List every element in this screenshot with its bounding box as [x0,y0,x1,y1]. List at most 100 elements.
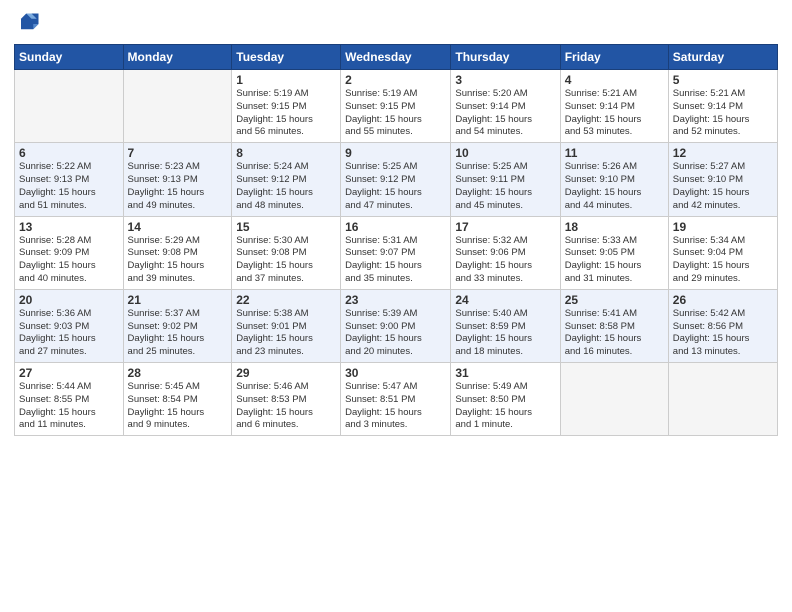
calendar-day-24: 24Sunrise: 5:40 AM Sunset: 8:59 PM Dayli… [451,289,560,362]
calendar-day-2: 2Sunrise: 5:19 AM Sunset: 9:15 PM Daylig… [341,70,451,143]
weekday-header-wednesday: Wednesday [341,45,451,70]
day-info: Sunrise: 5:26 AM Sunset: 9:10 PM Dayligh… [565,161,664,212]
calendar-week-row: 20Sunrise: 5:36 AM Sunset: 9:03 PM Dayli… [15,289,778,362]
calendar-week-row: 13Sunrise: 5:28 AM Sunset: 9:09 PM Dayli… [15,216,778,289]
day-info: Sunrise: 5:20 AM Sunset: 9:14 PM Dayligh… [455,88,555,139]
calendar-day-21: 21Sunrise: 5:37 AM Sunset: 9:02 PM Dayli… [123,289,232,362]
day-number: 15 [236,220,336,234]
day-info: Sunrise: 5:34 AM Sunset: 9:04 PM Dayligh… [673,235,773,286]
calendar-table: SundayMondayTuesdayWednesdayThursdayFrid… [14,44,778,436]
calendar-day-15: 15Sunrise: 5:30 AM Sunset: 9:08 PM Dayli… [232,216,341,289]
day-number: 5 [673,73,773,87]
day-number: 4 [565,73,664,87]
day-number: 6 [19,146,119,160]
calendar-day-4: 4Sunrise: 5:21 AM Sunset: 9:14 PM Daylig… [560,70,668,143]
day-number: 22 [236,293,336,307]
calendar-empty-cell [15,70,124,143]
logo-icon [14,10,42,38]
day-number: 12 [673,146,773,160]
calendar-day-29: 29Sunrise: 5:46 AM Sunset: 8:53 PM Dayli… [232,363,341,436]
day-number: 19 [673,220,773,234]
day-info: Sunrise: 5:33 AM Sunset: 9:05 PM Dayligh… [565,235,664,286]
calendar-day-10: 10Sunrise: 5:25 AM Sunset: 9:11 PM Dayli… [451,143,560,216]
day-number: 11 [565,146,664,160]
day-info: Sunrise: 5:41 AM Sunset: 8:58 PM Dayligh… [565,308,664,359]
calendar-day-5: 5Sunrise: 5:21 AM Sunset: 9:14 PM Daylig… [668,70,777,143]
day-number: 1 [236,73,336,87]
calendar-week-row: 6Sunrise: 5:22 AM Sunset: 9:13 PM Daylig… [15,143,778,216]
calendar-day-18: 18Sunrise: 5:33 AM Sunset: 9:05 PM Dayli… [560,216,668,289]
day-info: Sunrise: 5:22 AM Sunset: 9:13 PM Dayligh… [19,161,119,212]
day-info: Sunrise: 5:21 AM Sunset: 9:14 PM Dayligh… [565,88,664,139]
day-number: 28 [128,366,228,380]
day-info: Sunrise: 5:39 AM Sunset: 9:00 PM Dayligh… [345,308,446,359]
calendar-day-16: 16Sunrise: 5:31 AM Sunset: 9:07 PM Dayli… [341,216,451,289]
day-info: Sunrise: 5:21 AM Sunset: 9:14 PM Dayligh… [673,88,773,139]
day-number: 17 [455,220,555,234]
day-info: Sunrise: 5:40 AM Sunset: 8:59 PM Dayligh… [455,308,555,359]
calendar-week-row: 1Sunrise: 5:19 AM Sunset: 9:15 PM Daylig… [15,70,778,143]
calendar-day-19: 19Sunrise: 5:34 AM Sunset: 9:04 PM Dayli… [668,216,777,289]
day-number: 3 [455,73,555,87]
calendar-empty-cell [123,70,232,143]
day-number: 25 [565,293,664,307]
calendar-day-9: 9Sunrise: 5:25 AM Sunset: 9:12 PM Daylig… [341,143,451,216]
calendar-empty-cell [560,363,668,436]
day-info: Sunrise: 5:23 AM Sunset: 9:13 PM Dayligh… [128,161,228,212]
day-number: 18 [565,220,664,234]
weekday-header-thursday: Thursday [451,45,560,70]
weekday-header-monday: Monday [123,45,232,70]
day-number: 31 [455,366,555,380]
day-info: Sunrise: 5:42 AM Sunset: 8:56 PM Dayligh… [673,308,773,359]
day-info: Sunrise: 5:46 AM Sunset: 8:53 PM Dayligh… [236,381,336,432]
day-info: Sunrise: 5:29 AM Sunset: 9:08 PM Dayligh… [128,235,228,286]
day-number: 29 [236,366,336,380]
day-info: Sunrise: 5:28 AM Sunset: 9:09 PM Dayligh… [19,235,119,286]
calendar-day-26: 26Sunrise: 5:42 AM Sunset: 8:56 PM Dayli… [668,289,777,362]
calendar-day-22: 22Sunrise: 5:38 AM Sunset: 9:01 PM Dayli… [232,289,341,362]
day-info: Sunrise: 5:24 AM Sunset: 9:12 PM Dayligh… [236,161,336,212]
calendar-day-1: 1Sunrise: 5:19 AM Sunset: 9:15 PM Daylig… [232,70,341,143]
day-info: Sunrise: 5:37 AM Sunset: 9:02 PM Dayligh… [128,308,228,359]
calendar-week-row: 27Sunrise: 5:44 AM Sunset: 8:55 PM Dayli… [15,363,778,436]
calendar-day-14: 14Sunrise: 5:29 AM Sunset: 9:08 PM Dayli… [123,216,232,289]
calendar-day-31: 31Sunrise: 5:49 AM Sunset: 8:50 PM Dayli… [451,363,560,436]
day-info: Sunrise: 5:36 AM Sunset: 9:03 PM Dayligh… [19,308,119,359]
day-info: Sunrise: 5:27 AM Sunset: 9:10 PM Dayligh… [673,161,773,212]
weekday-header-friday: Friday [560,45,668,70]
day-info: Sunrise: 5:25 AM Sunset: 9:11 PM Dayligh… [455,161,555,212]
day-number: 26 [673,293,773,307]
day-info: Sunrise: 5:38 AM Sunset: 9:01 PM Dayligh… [236,308,336,359]
day-number: 7 [128,146,228,160]
calendar-day-23: 23Sunrise: 5:39 AM Sunset: 9:00 PM Dayli… [341,289,451,362]
day-number: 20 [19,293,119,307]
weekday-header-sunday: Sunday [15,45,124,70]
header [14,10,778,38]
day-number: 8 [236,146,336,160]
calendar-day-11: 11Sunrise: 5:26 AM Sunset: 9:10 PM Dayli… [560,143,668,216]
day-number: 30 [345,366,446,380]
day-info: Sunrise: 5:30 AM Sunset: 9:08 PM Dayligh… [236,235,336,286]
day-number: 13 [19,220,119,234]
day-info: Sunrise: 5:49 AM Sunset: 8:50 PM Dayligh… [455,381,555,432]
calendar-day-13: 13Sunrise: 5:28 AM Sunset: 9:09 PM Dayli… [15,216,124,289]
day-number: 16 [345,220,446,234]
day-number: 2 [345,73,446,87]
calendar-day-27: 27Sunrise: 5:44 AM Sunset: 8:55 PM Dayli… [15,363,124,436]
day-number: 24 [455,293,555,307]
calendar-day-6: 6Sunrise: 5:22 AM Sunset: 9:13 PM Daylig… [15,143,124,216]
calendar-day-25: 25Sunrise: 5:41 AM Sunset: 8:58 PM Dayli… [560,289,668,362]
weekday-header-saturday: Saturday [668,45,777,70]
day-info: Sunrise: 5:47 AM Sunset: 8:51 PM Dayligh… [345,381,446,432]
day-info: Sunrise: 5:19 AM Sunset: 9:15 PM Dayligh… [236,88,336,139]
day-info: Sunrise: 5:25 AM Sunset: 9:12 PM Dayligh… [345,161,446,212]
calendar-day-17: 17Sunrise: 5:32 AM Sunset: 9:06 PM Dayli… [451,216,560,289]
weekday-header-row: SundayMondayTuesdayWednesdayThursdayFrid… [15,45,778,70]
day-info: Sunrise: 5:19 AM Sunset: 9:15 PM Dayligh… [345,88,446,139]
logo [14,10,46,38]
day-info: Sunrise: 5:45 AM Sunset: 8:54 PM Dayligh… [128,381,228,432]
day-number: 14 [128,220,228,234]
calendar-day-7: 7Sunrise: 5:23 AM Sunset: 9:13 PM Daylig… [123,143,232,216]
day-number: 9 [345,146,446,160]
calendar-day-20: 20Sunrise: 5:36 AM Sunset: 9:03 PM Dayli… [15,289,124,362]
